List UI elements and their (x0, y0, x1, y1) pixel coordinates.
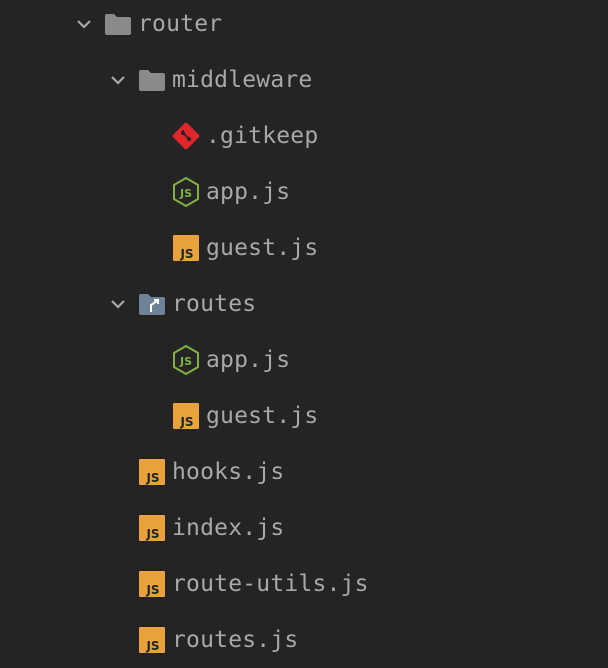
svg-text:JS: JS (179, 355, 192, 368)
tree-item-router-folder[interactable]: router (70, 0, 222, 52)
tree-item-label: app.js (206, 179, 291, 205)
js-icon: JS (138, 570, 166, 598)
chevron-down-icon[interactable] (70, 10, 98, 38)
tree-item-file[interactable]: JS hooks.js (138, 444, 284, 500)
tree-item-label: guest.js (206, 235, 319, 261)
tree-item-file[interactable]: JS app.js (172, 164, 290, 220)
chevron-down-icon[interactable] (104, 66, 132, 94)
svg-text:JS: JS (179, 247, 193, 261)
svg-text:JS: JS (145, 583, 159, 597)
tree-item-label: routes (172, 291, 257, 317)
tree-item-label: hooks.js (172, 459, 285, 485)
js-icon: JS (138, 458, 166, 486)
tree-item-file[interactable]: JS routes.js (138, 612, 298, 668)
js-icon: JS (138, 626, 166, 654)
tree-item-file[interactable]: .gitkeep (172, 108, 318, 164)
js-icon: JS (172, 402, 200, 430)
nodejs-icon: JS (172, 345, 200, 375)
tree-item-label: guest.js (206, 403, 319, 429)
routes-folder-icon (138, 290, 166, 318)
tree-item-file[interactable]: JS guest.js (172, 220, 318, 276)
svg-text:JS: JS (179, 187, 192, 200)
file-explorer-tree: router middleware .gitkeep JS app.js JS … (0, 0, 608, 668)
js-icon: JS (138, 514, 166, 542)
tree-item-file[interactable]: JS index.js (138, 500, 284, 556)
svg-text:JS: JS (145, 471, 159, 485)
tree-item-label: middleware (172, 67, 313, 93)
folder-icon (104, 10, 132, 38)
svg-text:JS: JS (179, 415, 193, 429)
tree-item-file[interactable]: JS route-utils.js (138, 556, 369, 612)
nodejs-icon: JS (172, 177, 200, 207)
tree-item-label: app.js (206, 347, 291, 373)
tree-item-label: index.js (172, 515, 285, 541)
folder-icon (138, 66, 166, 94)
tree-item-label: route-utils.js (172, 571, 369, 597)
tree-item-label: .gitkeep (206, 123, 319, 149)
tree-item-label: router (138, 11, 223, 37)
tree-item-file[interactable]: JS app.js (172, 332, 290, 388)
svg-text:JS: JS (145, 639, 159, 653)
svg-text:JS: JS (145, 527, 159, 541)
tree-item-file[interactable]: JS guest.js (172, 388, 318, 444)
js-icon: JS (172, 234, 200, 262)
tree-item-routes-folder[interactable]: routes (104, 276, 256, 332)
tree-item-label: routes.js (172, 627, 299, 653)
tree-item-middleware-folder[interactable]: middleware (104, 52, 312, 108)
chevron-down-icon[interactable] (104, 290, 132, 318)
git-icon (172, 122, 200, 150)
